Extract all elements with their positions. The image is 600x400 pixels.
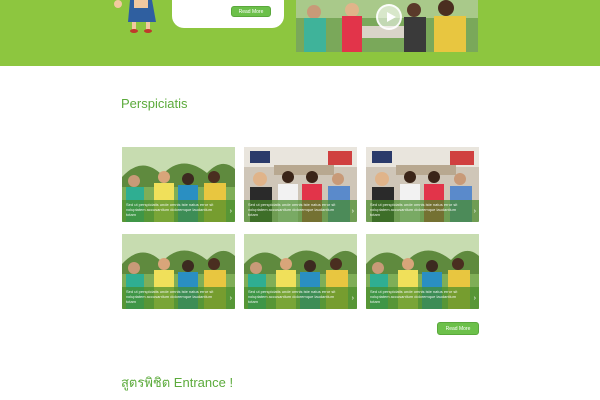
tile-caption-text: Sed ut perspiciatis unde omnis iste natu… xyxy=(248,202,336,217)
gallery-tile[interactable]: Sed ut perspiciatis unde omnis iste natu… xyxy=(366,234,479,309)
chevron-right-icon[interactable]: › xyxy=(352,295,354,302)
tile-caption: Sed ut perspiciatis unde omnis iste natu… xyxy=(244,287,357,309)
tile-caption-text: Sed ut perspiciatis unde omnis iste natu… xyxy=(126,202,214,217)
chevron-right-icon[interactable]: › xyxy=(474,208,476,215)
chevron-right-icon[interactable]: › xyxy=(230,208,232,215)
tile-caption-text: Sed ut perspiciatis unde omnis iste natu… xyxy=(370,289,458,304)
chevron-right-icon[interactable]: › xyxy=(230,295,232,302)
tile-caption-text: Sed ut perspiciatis unde omnis iste natu… xyxy=(126,289,214,304)
chevron-right-icon[interactable]: › xyxy=(474,295,476,302)
read-more-button[interactable]: Read More xyxy=(437,322,479,335)
tile-caption: Sed ut perspiciatis unde omnis iste natu… xyxy=(244,200,357,222)
hero-banner: Read More xyxy=(0,0,600,66)
gallery-tile[interactable]: Sed ut perspiciatis unde omnis iste natu… xyxy=(244,234,357,309)
entrance-section-title: สูตรพิชิต Entrance ! xyxy=(121,375,234,390)
tile-caption: Sed ut perspiciatis unde omnis iste natu… xyxy=(122,287,235,309)
tile-caption: Sed ut perspiciatis unde omnis iste natu… xyxy=(366,287,479,309)
tile-caption: Sed ut perspiciatis unde omnis iste natu… xyxy=(366,200,479,222)
gallery-tile[interactable]: Sed ut perspiciatis unde omnis iste natu… xyxy=(122,234,235,309)
section-title: Perspiciatis xyxy=(121,96,188,111)
cartoon-kid-illustration xyxy=(114,0,156,33)
gallery-tile[interactable]: Sed ut perspiciatis unde omnis iste natu… xyxy=(244,147,357,222)
tile-caption-text: Sed ut perspiciatis unde omnis iste natu… xyxy=(370,202,458,217)
play-icon[interactable] xyxy=(376,4,402,30)
hero-video-thumbnail[interactable] xyxy=(296,0,478,52)
tile-caption: Sed ut perspiciatis unde omnis iste natu… xyxy=(122,200,235,222)
gallery-tile[interactable]: Sed ut perspiciatis unde omnis iste natu… xyxy=(366,147,479,222)
hero-read-more-button[interactable]: Read More xyxy=(231,6,271,17)
tile-caption-text: Sed ut perspiciatis unde omnis iste natu… xyxy=(248,289,336,304)
gallery-tile[interactable]: Sed ut perspiciatis unde omnis iste natu… xyxy=(122,147,235,222)
chevron-right-icon[interactable]: › xyxy=(352,208,354,215)
